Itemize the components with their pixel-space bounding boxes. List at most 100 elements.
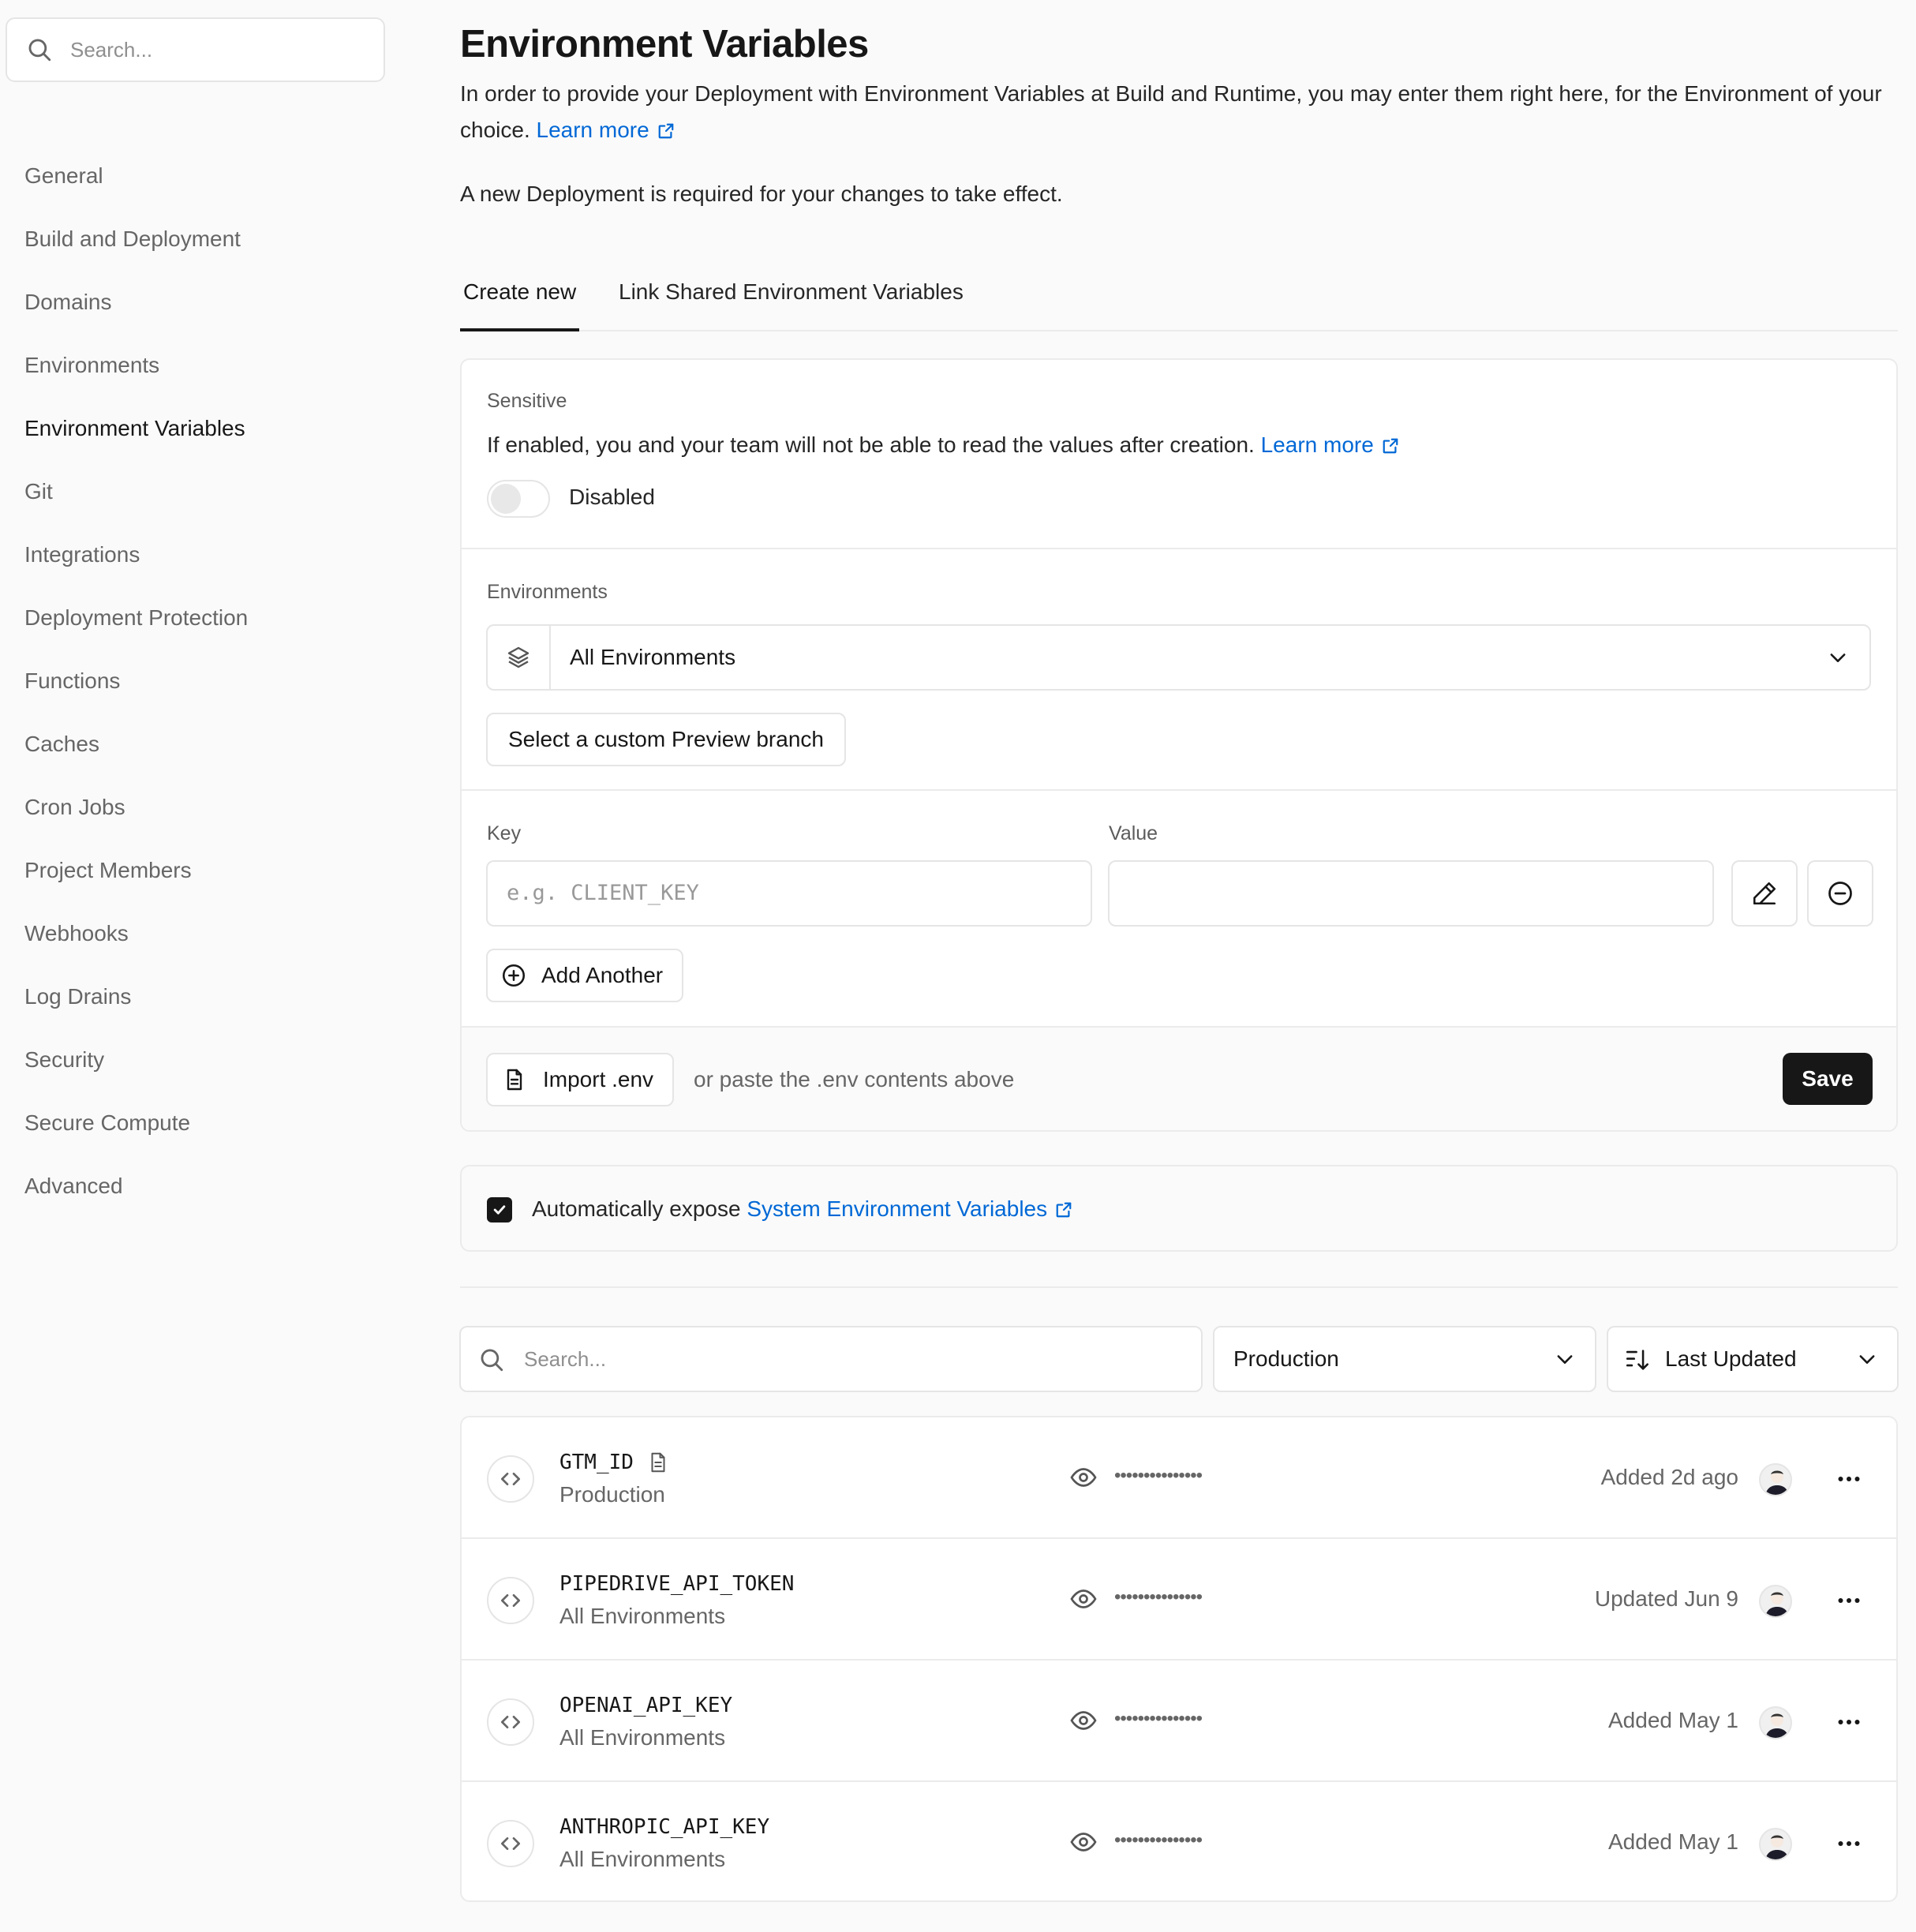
variables-list: GTM_ID Production ••••••••••••••• Added … xyxy=(460,1416,1898,1902)
key-label: Key xyxy=(487,822,522,844)
variable-updated: Added May 1 xyxy=(1608,1708,1738,1732)
auto-expose-section: Automatically expose System Environment … xyxy=(460,1165,1898,1252)
code-icon xyxy=(487,1820,534,1867)
value-input[interactable] xyxy=(1108,860,1714,927)
sidebar-item-caches[interactable]: Caches xyxy=(24,713,248,776)
variable-value-masked: ••••••••••••••• xyxy=(1114,1829,1203,1851)
sidebar-item-build-and-deployment[interactable]: Build and Deployment xyxy=(24,208,248,271)
sidebar-item-project-members[interactable]: Project Members xyxy=(24,839,248,902)
variable-environment: All Environments xyxy=(559,1725,726,1750)
sidebar-item-advanced[interactable]: Advanced xyxy=(24,1155,248,1218)
sidebar-item-secure-compute[interactable]: Secure Compute xyxy=(24,1091,248,1155)
sidebar-item-general[interactable]: General xyxy=(24,144,248,208)
avatar xyxy=(1759,1828,1792,1861)
variable-value-masked: ••••••••••••••• xyxy=(1114,1465,1203,1486)
environment-filter-value: Production xyxy=(1233,1346,1339,1371)
auto-expose-text: Automatically expose System Environment … xyxy=(532,1196,1072,1222)
learn-more-link[interactable]: Learn more xyxy=(537,118,675,142)
more-options-icon[interactable] xyxy=(1835,1586,1863,1615)
key-input[interactable]: e.g. CLIENT_KEY xyxy=(486,860,1092,927)
variable-key: GTM_ID xyxy=(559,1451,670,1474)
environments-select[interactable]: All Environments xyxy=(486,624,1871,691)
sidebar-item-log-drains[interactable]: Log Drains xyxy=(24,965,248,1028)
variable-environment: All Environments xyxy=(559,1847,726,1871)
import-hint: or paste the .env contents above xyxy=(694,1067,1015,1091)
system-env-vars-link[interactable]: System Environment Variables xyxy=(747,1196,1072,1221)
sidebar-item-domains[interactable]: Domains xyxy=(24,271,248,334)
sensitive-toggle-state: Disabled xyxy=(569,485,655,509)
sidebar-item-webhooks[interactable]: Webhooks xyxy=(24,902,248,965)
sidebar-item-git[interactable]: Git xyxy=(24,460,248,523)
variable-updated: Added May 1 xyxy=(1608,1829,1738,1854)
environment-filter-select[interactable]: Production xyxy=(1213,1326,1596,1392)
custom-preview-branch-label: Select a custom Preview branch xyxy=(508,727,824,751)
variable-row[interactable]: PIPEDRIVE_API_TOKEN All Environments •••… xyxy=(462,1539,1896,1661)
variables-search-input[interactable]: Search... xyxy=(459,1326,1203,1392)
learn-more-link-label: Learn more xyxy=(536,118,649,142)
sensitive-toggle[interactable] xyxy=(487,480,550,518)
remove-row-button[interactable] xyxy=(1807,860,1873,927)
variable-row[interactable]: ANTHROPIC_API_KEY All Environments •••••… xyxy=(462,1782,1896,1900)
sidebar-search-input[interactable]: Search... xyxy=(6,17,385,82)
variable-key: PIPEDRIVE_API_TOKEN xyxy=(559,1572,794,1596)
avatar xyxy=(1759,1585,1792,1618)
sensitive-section: Sensitive If enabled, you and your team … xyxy=(462,360,1896,549)
sidebar: Search... General Build and Deployment D… xyxy=(0,0,395,1932)
sidebar-item-cron-jobs[interactable]: Cron Jobs xyxy=(24,776,248,839)
variable-key: OPENAI_API_KEY xyxy=(559,1694,732,1717)
add-another-button[interactable]: Add Another xyxy=(486,949,684,1002)
auto-expose-label: Automatically expose xyxy=(532,1196,741,1221)
tab-link-shared[interactable]: Link Shared Environment Variables xyxy=(619,267,964,331)
divider xyxy=(460,1286,1898,1288)
save-button[interactable]: Save xyxy=(1783,1053,1873,1105)
sidebar-item-environments[interactable]: Environments xyxy=(24,334,248,397)
sidebar-item-functions[interactable]: Functions xyxy=(24,650,248,713)
more-options-icon[interactable] xyxy=(1835,1465,1863,1493)
sidebar-item-security[interactable]: Security xyxy=(24,1028,248,1091)
minus-circle-icon xyxy=(1828,882,1852,905)
eye-icon[interactable] xyxy=(1069,1706,1098,1735)
environments-section: Environments All Environments Select a c… xyxy=(462,549,1896,791)
sidebar-item-environment-variables[interactable]: Environment Variables xyxy=(24,397,248,460)
auto-expose-checkbox[interactable] xyxy=(487,1197,512,1222)
layers-icon-wrap xyxy=(488,626,551,689)
tab-create-new[interactable]: Create new xyxy=(460,267,580,331)
code-icon xyxy=(487,1577,534,1624)
search-icon xyxy=(28,39,51,62)
import-env-button[interactable]: Import .env xyxy=(486,1053,675,1106)
eye-icon[interactable] xyxy=(1069,1585,1098,1613)
chevron-down-icon xyxy=(1830,653,1846,662)
note-icon[interactable] xyxy=(646,1451,670,1474)
pencil-icon xyxy=(1753,882,1776,905)
key-value-section: Key Value e.g. CLIENT_KEY Add Another xyxy=(462,791,1896,1026)
eye-icon[interactable] xyxy=(1069,1463,1098,1492)
variable-value-masked: ••••••••••••••• xyxy=(1114,1708,1203,1729)
variable-key-text: OPENAI_API_KEY xyxy=(559,1694,733,1717)
custom-preview-branch-button[interactable]: Select a custom Preview branch xyxy=(486,713,846,766)
avatar xyxy=(1759,1463,1792,1496)
eye-icon[interactable] xyxy=(1069,1828,1098,1856)
value-label: Value xyxy=(1109,822,1158,844)
sensitive-learn-more-link[interactable]: Learn more xyxy=(1261,432,1399,457)
variable-row[interactable]: OPENAI_API_KEY All Environments ••••••••… xyxy=(462,1661,1896,1782)
deployment-note: A new Deployment is required for your ch… xyxy=(460,182,1063,206)
page-description: In order to provide your Deployment with… xyxy=(460,76,1896,148)
sidebar-nav: General Build and Deployment Domains Env… xyxy=(24,144,248,1218)
more-options-icon[interactable] xyxy=(1835,1708,1863,1736)
variable-key-text: ANTHROPIC_API_KEY xyxy=(559,1815,770,1839)
plus-circle-icon xyxy=(502,964,526,987)
edit-value-button[interactable] xyxy=(1731,860,1798,927)
sidebar-item-deployment-protection[interactable]: Deployment Protection xyxy=(24,586,248,650)
create-variable-card: Sensitive If enabled, you and your team … xyxy=(460,358,1898,1132)
key-input-placeholder: e.g. CLIENT_KEY xyxy=(507,881,699,905)
variable-key: ANTHROPIC_API_KEY xyxy=(559,1815,769,1839)
more-options-icon[interactable] xyxy=(1835,1829,1863,1858)
variable-row[interactable]: GTM_ID Production ••••••••••••••• Added … xyxy=(462,1417,1896,1539)
sidebar-item-integrations[interactable]: Integrations xyxy=(24,523,248,586)
import-env-label: Import .env xyxy=(543,1067,654,1091)
sort-select[interactable]: Last Updated xyxy=(1607,1326,1899,1392)
avatar xyxy=(1759,1706,1792,1739)
chevron-down-icon xyxy=(1557,1355,1573,1364)
variables-search-placeholder: Search... xyxy=(524,1347,607,1371)
variable-key-text: PIPEDRIVE_API_TOKEN xyxy=(559,1572,795,1596)
